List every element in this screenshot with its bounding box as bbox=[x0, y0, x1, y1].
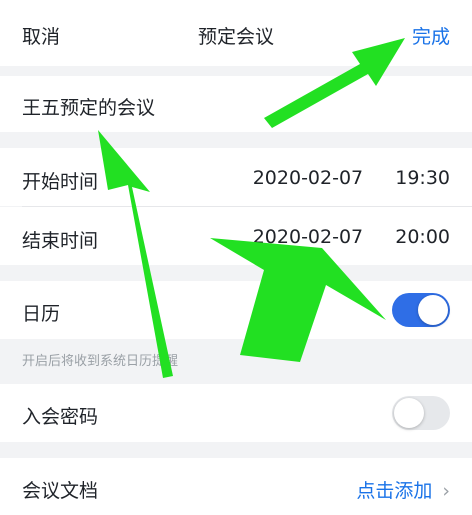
docs-row[interactable]: 会议文档 点击添加 › bbox=[0, 458, 472, 515]
start-time-label: 开始时间 bbox=[22, 171, 99, 193]
calendar-label: 日历 bbox=[22, 303, 61, 325]
start-time: 19:30 bbox=[395, 167, 450, 189]
page-title: 预定会议 bbox=[197, 26, 274, 48]
start-date: 2020-02-07 bbox=[252, 167, 364, 189]
end-time: 20:00 bbox=[395, 226, 450, 248]
password-row: 入会密码 bbox=[0, 384, 472, 442]
chevron-right-icon: › bbox=[442, 480, 450, 502]
password-label: 入会密码 bbox=[22, 406, 99, 428]
end-time-label: 结束时间 bbox=[22, 230, 99, 252]
calendar-hint: 开启后将收到系统日历提醒 bbox=[22, 354, 179, 369]
end-datetime[interactable]: 2020-02-07 20:00 bbox=[253, 226, 450, 248]
add-docs-link[interactable]: 点击添加 bbox=[356, 480, 432, 502]
done-button[interactable]: 完成 bbox=[412, 22, 450, 49]
start-datetime[interactable]: 2020-02-07 19:30 bbox=[253, 167, 450, 189]
start-time-row[interactable]: 开始时间 2020-02-07 19:30 bbox=[0, 148, 472, 206]
end-date: 2020-02-07 bbox=[252, 226, 364, 248]
meeting-topic-row[interactable]: 王五预定的会议 bbox=[0, 76, 472, 132]
password-toggle[interactable] bbox=[392, 396, 450, 430]
add-docs-button[interactable]: 点击添加 › bbox=[356, 476, 450, 503]
toggle-knob bbox=[394, 398, 424, 428]
toggle-knob bbox=[418, 295, 448, 325]
header-bar: 取消 预定会议 完成 bbox=[0, 0, 472, 66]
end-time-row[interactable]: 结束时间 2020-02-07 20:00 bbox=[0, 207, 472, 265]
docs-label: 会议文档 bbox=[22, 480, 99, 502]
meeting-topic-input[interactable]: 王五预定的会议 bbox=[22, 93, 155, 120]
calendar-row: 日历 bbox=[0, 281, 472, 339]
calendar-toggle[interactable] bbox=[392, 293, 450, 327]
